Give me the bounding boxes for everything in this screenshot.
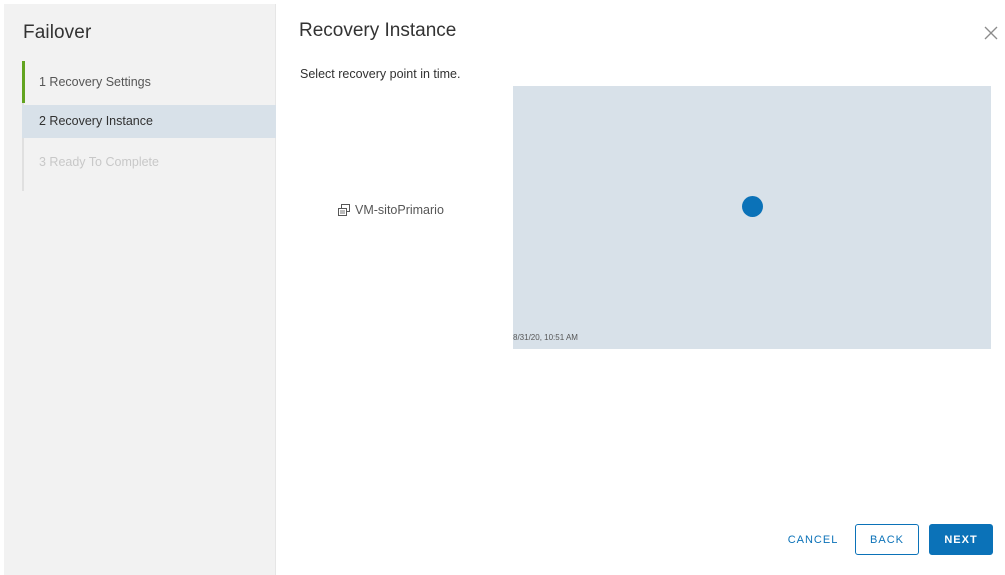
- recovery-point-marker[interactable]: [742, 196, 763, 217]
- vm-icon: [338, 203, 350, 216]
- timeline-timestamp: 8/31/20, 10:51 AM: [513, 333, 578, 342]
- step-recovery-settings[interactable]: 1 Recovery Settings: [22, 61, 276, 103]
- close-icon[interactable]: [982, 24, 1000, 42]
- instruction-text: Select recovery point in time.: [300, 67, 461, 81]
- next-button[interactable]: NEXT: [929, 524, 993, 555]
- vm-row-label: VM-sitoPrimario: [338, 203, 444, 217]
- step-recovery-instance[interactable]: 2 Recovery Instance: [22, 105, 276, 138]
- back-button[interactable]: BACK: [855, 524, 919, 555]
- step-ready-to-complete: 3 Ready To Complete: [39, 155, 159, 169]
- wizard-steps: 1 Recovery Settings 2 Recovery Instance …: [22, 61, 276, 191]
- failover-wizard: Failover 1 Recovery Settings 2 Recovery …: [0, 0, 1005, 575]
- vm-name: VM-sitoPrimario: [355, 203, 444, 217]
- page-title: Recovery Instance: [299, 20, 457, 41]
- wizard-sidebar: Failover 1 Recovery Settings 2 Recovery …: [4, 4, 276, 575]
- recovery-point-timeline: 8/31/20, 10:51 AM: [513, 86, 991, 349]
- wizard-title: Failover: [23, 22, 92, 43]
- cancel-button[interactable]: CANCEL: [780, 524, 846, 555]
